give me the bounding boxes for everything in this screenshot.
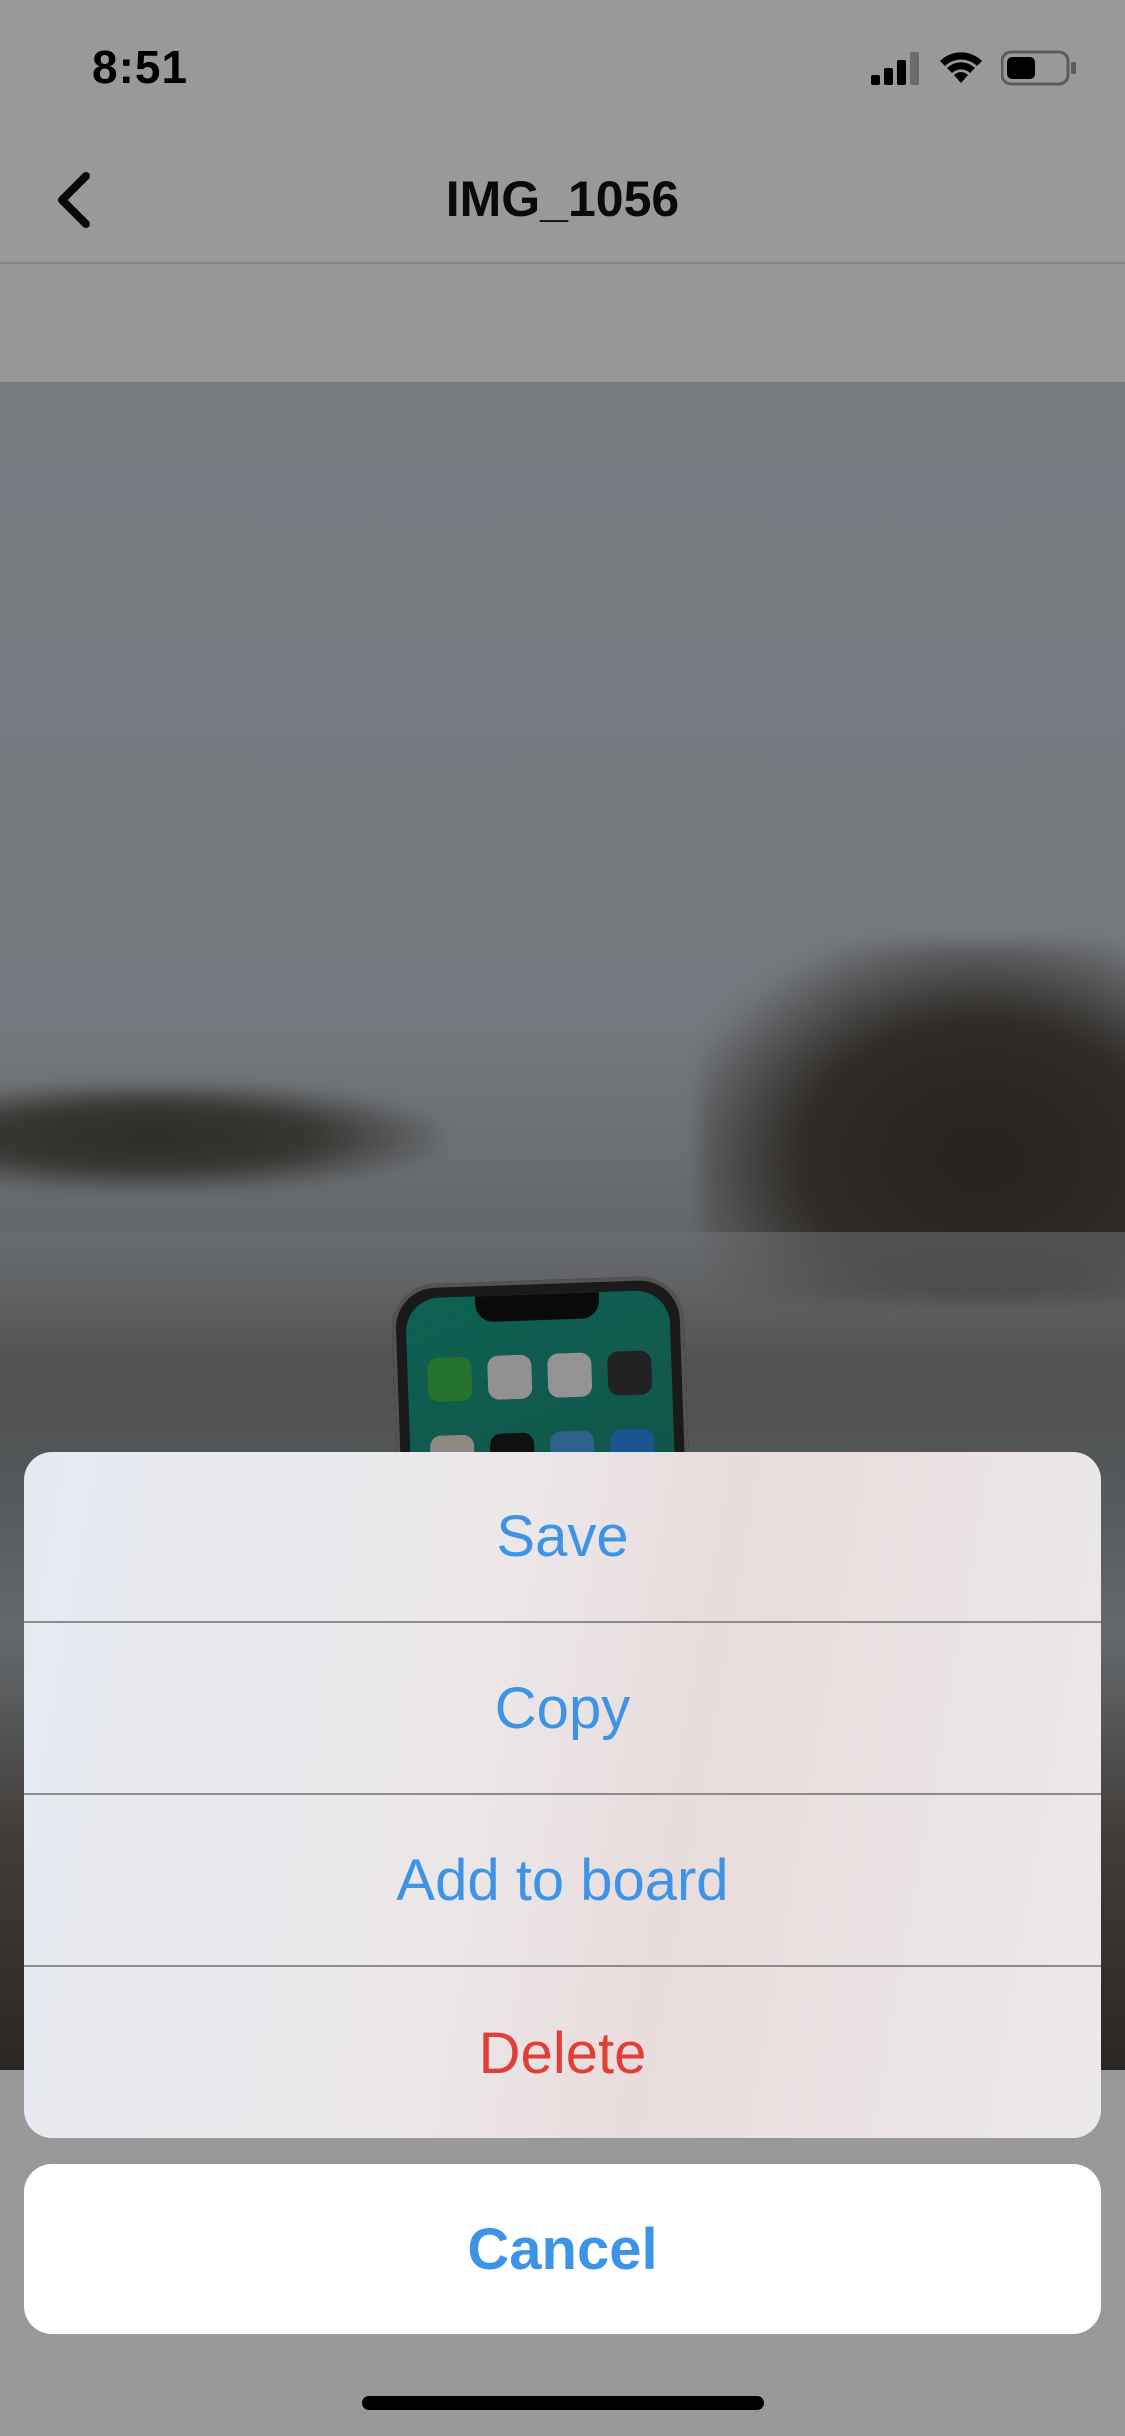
action-sheet: Save Copy Add to board Delete (24, 1452, 1101, 2138)
add-to-board-button[interactable]: Add to board (24, 1796, 1101, 1967)
copy-button[interactable]: Copy (24, 1624, 1101, 1795)
cancel-button[interactable]: Cancel (24, 2164, 1101, 2334)
home-indicator[interactable] (362, 2396, 764, 2410)
screen: 8:51 IMG_1056 Save Copy Add to board Del… (0, 0, 1125, 2436)
delete-button[interactable]: Delete (24, 1968, 1101, 2138)
save-button[interactable]: Save (24, 1452, 1101, 1623)
